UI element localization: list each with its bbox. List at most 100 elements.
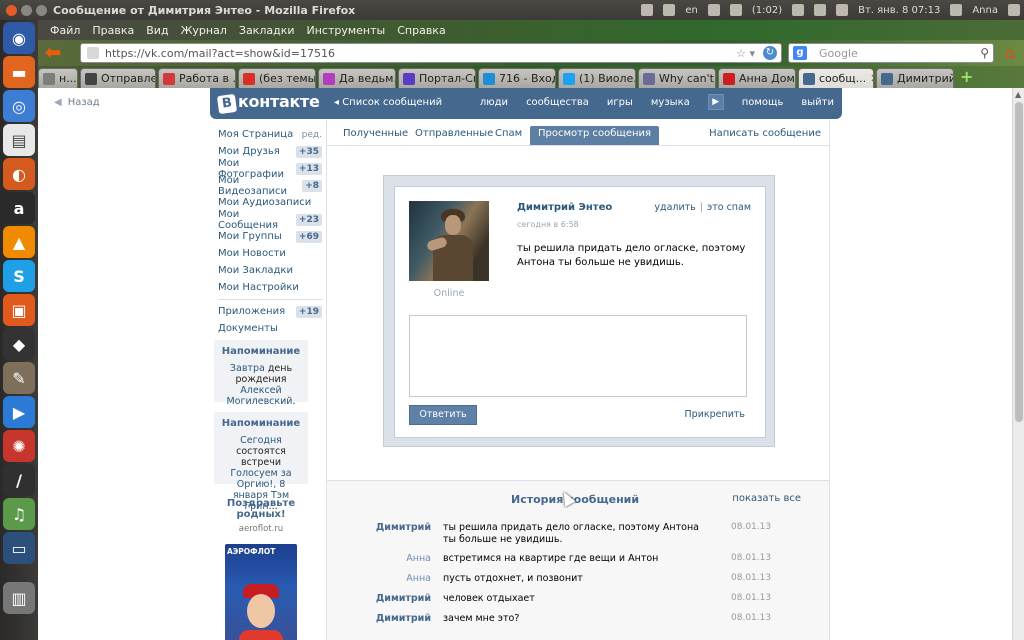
nav-people[interactable]: люди xyxy=(480,97,508,110)
tab[interactable]: Работа в ... xyxy=(158,68,236,88)
back-arrow-icon[interactable]: ⬅ xyxy=(42,42,64,64)
bookmark-star-icon[interactable]: ☆ ▾ xyxy=(736,47,755,60)
software-center-icon[interactable]: ▣ xyxy=(3,294,35,326)
write-message-link[interactable]: Написать сообщение xyxy=(709,128,821,139)
reply-textarea[interactable] xyxy=(409,315,747,397)
tab[interactable]: Отправле... xyxy=(80,68,156,88)
edit-link[interactable]: ред. xyxy=(302,130,322,140)
show-all-link[interactable]: показать все xyxy=(732,493,801,504)
sidebar-item-bookmarks[interactable]: Мои Закладки xyxy=(218,262,322,279)
new-tab-icon[interactable]: + xyxy=(960,67,973,86)
nav-games[interactable]: игры xyxy=(607,97,633,110)
attach-link[interactable]: Прикрепить xyxy=(685,409,745,420)
sidebar-item-apps[interactable]: Приложения +19 xyxy=(218,303,322,320)
nav-music[interactable]: музыка xyxy=(651,97,690,110)
close-tab-icon[interactable]: ✕ xyxy=(870,72,873,85)
menu-view[interactable]: Вид xyxy=(146,24,168,37)
vk-logo[interactable]: Вконтакте xyxy=(216,92,320,115)
sidebar-item-groups[interactable]: Мои Группы +69 xyxy=(218,228,322,245)
skype-icon[interactable]: S xyxy=(3,260,35,292)
power-icon[interactable] xyxy=(1008,4,1020,16)
minimize-window-button[interactable] xyxy=(21,4,32,16)
history-author[interactable]: Димитрий xyxy=(327,522,431,533)
sidebar-item-settings[interactable]: Мои Настройки xyxy=(218,279,322,296)
tab[interactable]: (1) Виоле... xyxy=(558,68,636,88)
tab-received[interactable]: Полученные xyxy=(343,128,408,139)
menu-history[interactable]: Журнал xyxy=(181,24,227,37)
ad-image[interactable]: АЭРОФЛОТ xyxy=(225,544,297,640)
tab[interactable]: Why can't ... xyxy=(638,68,716,88)
bluetooth-icon[interactable] xyxy=(792,4,805,16)
tab[interactable]: Да ведьм... xyxy=(318,68,396,88)
files-icon[interactable]: ▬ xyxy=(3,56,35,88)
amazon-icon[interactable]: a xyxy=(3,192,35,224)
mark-spam-link[interactable]: это спам xyxy=(707,202,751,213)
inkscape-icon[interactable]: ◆ xyxy=(3,328,35,360)
tab-spam[interactable]: Спам xyxy=(495,128,522,139)
keyboard-layout[interactable]: en xyxy=(685,5,698,16)
clock[interactable]: Вт. янв. 8 07:13 xyxy=(858,5,940,16)
media-player-icon[interactable]: ▶ xyxy=(3,396,35,428)
firefox-icon[interactable]: ◐ xyxy=(3,158,35,190)
tab[interactable]: Димитрий... xyxy=(876,68,954,88)
vlc-icon[interactable]: ▲ xyxy=(3,226,35,258)
tab-sent[interactable]: Отправленные xyxy=(415,128,493,139)
history-author[interactable]: Димитрий xyxy=(327,613,431,624)
back-link[interactable]: ◀ Назад xyxy=(54,97,100,108)
reminder-person-link[interactable]: Алексей Могилевский xyxy=(226,385,292,407)
page-scrollbar[interactable]: ▲ xyxy=(1012,88,1024,640)
search-icon[interactable]: ⚲ xyxy=(980,46,989,60)
sidebar-item-messages[interactable]: Мои Сообщения +23 xyxy=(218,209,322,231)
history-author[interactable]: Анна xyxy=(327,553,431,564)
nav-logout[interactable]: выйти xyxy=(801,97,834,110)
ad-title[interactable]: Поздравьте родных! xyxy=(214,498,308,520)
volume-icon[interactable] xyxy=(836,4,849,16)
sender-name[interactable]: Димитрий Энтео xyxy=(517,202,612,213)
menu-help[interactable]: Справка xyxy=(397,24,445,37)
dash-icon[interactable]: ◉ xyxy=(3,22,35,54)
maximize-window-button[interactable] xyxy=(36,4,47,16)
nav-help[interactable]: помощь xyxy=(742,97,784,110)
tab-active[interactable]: сообщ...✕ xyxy=(798,68,874,88)
search-bar[interactable]: g Google ⚲ xyxy=(788,43,994,63)
tab[interactable]: н... xyxy=(38,68,78,88)
tab[interactable]: Анна Дом... xyxy=(718,68,796,88)
sidebar-item-videos[interactable]: Мои Видеозаписи +8 xyxy=(218,175,322,197)
google-icon[interactable]: g xyxy=(793,46,807,60)
user-name[interactable]: Anna xyxy=(972,5,998,16)
history-author[interactable]: Анна xyxy=(327,573,431,584)
reload-icon[interactable]: ↻ xyxy=(763,46,777,60)
sidebar-item-my-page[interactable]: Моя Страница ред. xyxy=(218,126,322,143)
menu-tools[interactable]: Инструменты xyxy=(307,24,386,37)
keyboard-icon[interactable] xyxy=(663,4,676,16)
site-identity-icon[interactable] xyxy=(87,47,99,59)
game-icon[interactable]: ✺ xyxy=(3,430,35,462)
terminal-icon[interactable]: ▭ xyxy=(3,532,35,564)
music-icon[interactable]: ♫ xyxy=(3,498,35,530)
chrome-icon[interactable]: ◎ xyxy=(3,90,35,122)
breadcrumb[interactable]: ◂ Список сообщений xyxy=(334,97,442,108)
nav-communities[interactable]: сообщества xyxy=(526,97,589,110)
menu-file[interactable]: Файл xyxy=(50,24,80,37)
sidebar-item-news[interactable]: Мои Новости xyxy=(218,245,322,262)
sidebar-item-documents[interactable]: Документы xyxy=(218,320,322,337)
menu-edit[interactable]: Правка xyxy=(92,24,134,37)
reminder-date-link[interactable]: Сегодня xyxy=(240,435,282,446)
close-window-button[interactable] xyxy=(6,4,17,16)
delete-link[interactable]: удалить xyxy=(654,202,695,213)
scroll-up-icon[interactable]: ▲ xyxy=(1015,90,1021,99)
tab[interactable]: 716 - Вход... xyxy=(478,68,556,88)
scrollbar-thumb[interactable] xyxy=(1015,102,1023,422)
url-bar[interactable]: https://vk.com/mail?act=show&id=17516 ☆ … xyxy=(80,43,782,63)
avatar[interactable] xyxy=(409,201,489,281)
battery-icon[interactable] xyxy=(729,4,742,16)
trash-icon[interactable]: ▥ xyxy=(3,582,35,614)
tab[interactable]: Портал-Сг... xyxy=(398,68,476,88)
document-viewer-icon[interactable]: / xyxy=(3,464,35,496)
history-author[interactable]: Димитрий xyxy=(327,593,431,604)
home-icon[interactable]: ⌂ xyxy=(1000,43,1020,63)
advertisement[interactable]: Поздравьте родных! aeroflot.ru АЭРОФЛОТ xyxy=(214,498,308,640)
network-icon[interactable] xyxy=(814,4,827,16)
mail-icon[interactable] xyxy=(707,4,720,16)
tab-view-message[interactable]: Просмотр сообщения xyxy=(530,126,660,145)
